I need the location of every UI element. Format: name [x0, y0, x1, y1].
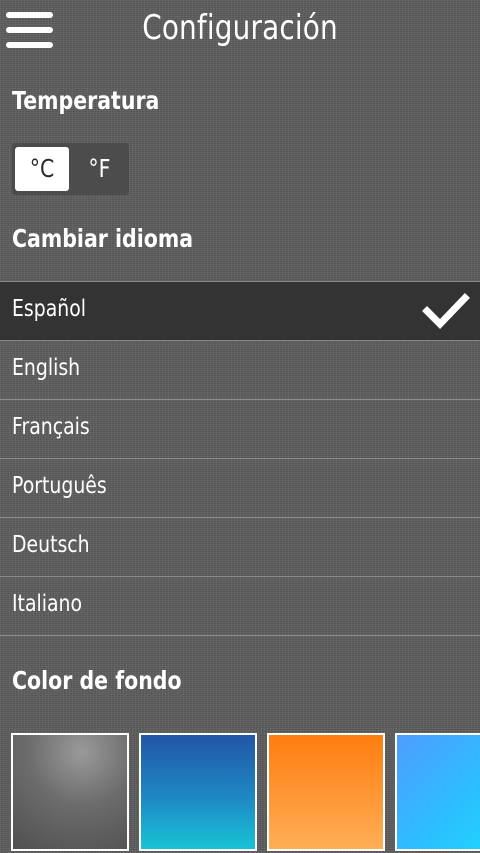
language-item-deutsch[interactable]: Deutsch	[0, 518, 480, 577]
temperature-heading: Temperatura	[12, 86, 160, 115]
swatch-blue[interactable]	[139, 733, 257, 851]
language-label: Español	[12, 296, 87, 322]
fahrenheit-button[interactable]: °F	[72, 147, 126, 191]
celsius-button[interactable]: °C	[15, 147, 69, 191]
language-list: Español English Français Português Deuts…	[0, 281, 480, 636]
language-label: Deutsch	[12, 532, 90, 558]
language-item-espanol[interactable]: Español	[0, 282, 480, 341]
swatch-gray[interactable]	[11, 733, 129, 851]
language-label: Português	[12, 473, 107, 499]
page-title: Configuración	[142, 8, 338, 48]
background-color-heading: Color de fondo	[12, 666, 182, 695]
language-item-francais[interactable]: Français	[0, 400, 480, 459]
language-label: English	[12, 355, 81, 381]
language-heading: Cambiar idioma	[12, 224, 194, 253]
language-item-portugues[interactable]: Português	[0, 459, 480, 518]
language-label: Italiano	[12, 591, 83, 617]
language-label: Français	[12, 414, 90, 440]
temperature-unit-toggle: °C °F	[12, 143, 129, 195]
language-item-english[interactable]: English	[0, 341, 480, 400]
checkmark-icon	[422, 293, 470, 329]
background-color-swatches	[0, 733, 480, 853]
swatch-cyan[interactable]	[395, 733, 480, 851]
language-item-italiano[interactable]: Italiano	[0, 577, 480, 636]
swatch-orange[interactable]	[267, 733, 385, 851]
